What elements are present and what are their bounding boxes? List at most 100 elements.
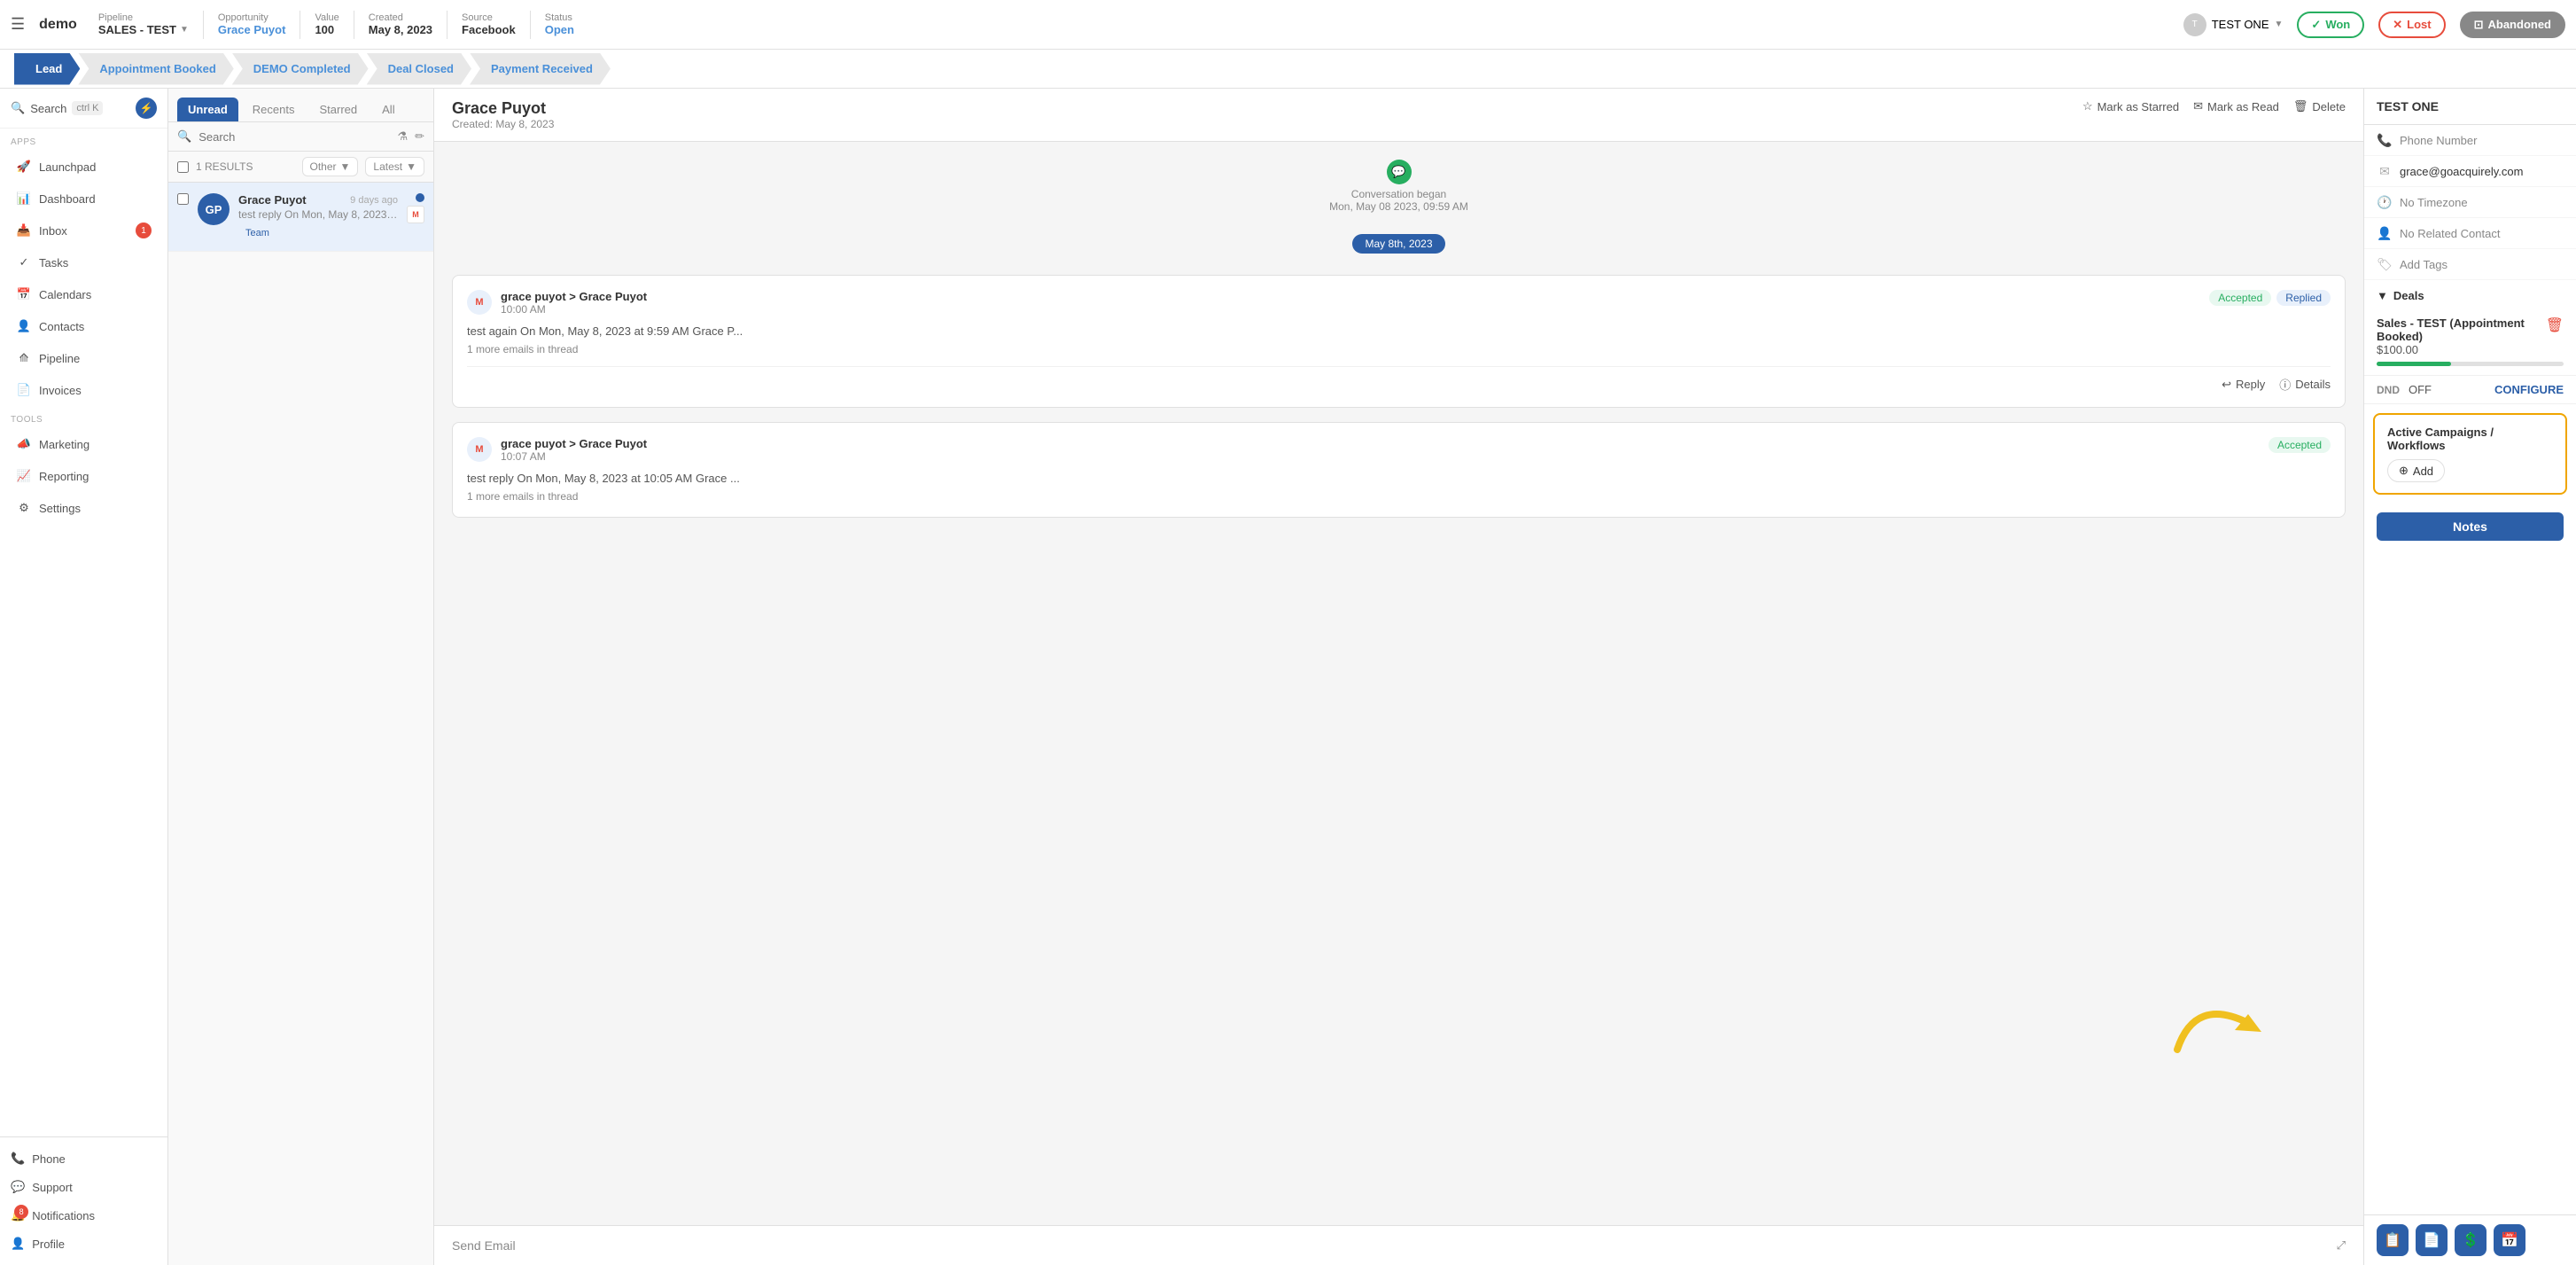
rp-user-section: TEST ONE: [2364, 89, 2576, 125]
email-msg-more-1: 1 more emails in thread: [467, 343, 2331, 355]
sidebar-item-notifications[interactable]: 🔔 8 Notifications: [0, 1201, 167, 1230]
search-icon: 🔍: [11, 101, 25, 115]
stage-demo-completed[interactable]: DEMO Completed: [232, 53, 369, 85]
conversation-view: Grace Puyot Created: May 8, 2023 ☆ Mark …: [434, 89, 2363, 1265]
filter-latest-dropdown[interactable]: Latest ▼: [365, 157, 424, 176]
delete-button[interactable]: 🗑 Delete: [2293, 99, 2346, 113]
conv-item-grace-puyot[interactable]: GP Grace Puyot 9 days ago test reply On …: [168, 183, 433, 252]
sidebar-item-launchpad[interactable]: 🚀 Launchpad: [5, 152, 162, 182]
launchpad-icon: 🚀: [16, 159, 32, 175]
stage-payment-received[interactable]: Payment Received: [470, 53, 611, 85]
rp-phone-field: 📞 Phone Number: [2364, 125, 2576, 156]
reply-button-1[interactable]: ↩ Reply: [2222, 376, 2265, 393]
notifications-icon: 🔔 8: [11, 1208, 25, 1222]
tab-all[interactable]: All: [371, 98, 405, 121]
sidebar-item-dashboard[interactable]: 📊 Dashboard: [5, 184, 162, 214]
sidebar-item-inbox[interactable]: 📥 Inbox 1: [5, 215, 162, 246]
conv-item-checkbox[interactable]: [177, 193, 189, 205]
filter-icon[interactable]: ⚗: [397, 129, 408, 144]
add-campaign-button[interactable]: ⊕ Add: [2387, 459, 2445, 482]
email-msg-more-2: 1 more emails in thread: [467, 490, 2331, 503]
divider5: [530, 11, 531, 39]
pipeline-label: Pipeline: [98, 12, 189, 23]
date-badge: May 8th, 2023: [1352, 234, 1444, 254]
bolt-icon[interactable]: ⚡: [136, 98, 157, 119]
lost-button[interactable]: ✕ Lost: [2378, 12, 2445, 38]
sidebar-item-phone[interactable]: 📞 Phone: [0, 1144, 167, 1173]
stage-lead[interactable]: Lead: [14, 53, 80, 85]
timezone-icon: 🕐: [2377, 194, 2393, 210]
dashboard-icon: 📊: [16, 191, 32, 207]
sidebar-item-contacts[interactable]: 👤 Contacts: [5, 311, 162, 341]
settings-icon: ⚙: [16, 500, 32, 516]
sidebar-item-settings[interactable]: ⚙ Settings: [5, 493, 162, 523]
email-message-1: M grace puyot > Grace Puyot 10:00 AM Acc…: [452, 275, 2346, 408]
select-all-checkbox[interactable]: [177, 161, 189, 173]
sidebar-item-profile[interactable]: 👤 Profile: [0, 1230, 167, 1258]
notes-button[interactable]: Notes: [2377, 512, 2564, 541]
won-button[interactable]: ✓ Won: [2297, 12, 2364, 38]
rp-deal-amount: $100.00: [2377, 343, 2564, 356]
tab-unread[interactable]: Unread: [177, 98, 238, 121]
rp-deals-header: ▼ Deals: [2364, 280, 2576, 308]
sidebar-item-reporting[interactable]: 📈 Reporting: [5, 461, 162, 491]
user-dropdown-arrow[interactable]: ▼: [2275, 20, 2284, 29]
email-msg-body-1: test again On Mon, May 8, 2023 at 9:59 A…: [467, 324, 2331, 338]
hamburger-icon[interactable]: ☰: [11, 15, 25, 34]
rp-icon-1[interactable]: 📋: [2377, 1224, 2409, 1256]
rp-icon-4[interactable]: 📅: [2494, 1224, 2525, 1256]
rp-timezone-field: 🕐 No Timezone: [2364, 187, 2576, 218]
conv-item-name: Grace Puyot: [238, 193, 307, 207]
sidebar-item-invoices[interactable]: 📄 Invoices: [5, 375, 162, 405]
rp-configure-button[interactable]: CONFIGURE: [2494, 383, 2564, 396]
rp-icon-3[interactable]: 💲: [2455, 1224, 2487, 1256]
source-value: Facebook: [462, 23, 516, 36]
sidebar-item-tasks[interactable]: ✓ Tasks: [5, 247, 162, 277]
stage-deal-closed[interactable]: Deal Closed: [367, 53, 471, 85]
tab-starred[interactable]: Starred: [309, 98, 369, 121]
search-bar[interactable]: 🔍 Search ctrl K ⚡: [0, 89, 167, 129]
status-label: Status: [545, 12, 574, 23]
rp-dnd-value: OFF: [2409, 383, 2432, 396]
rp-deal-delete-button[interactable]: 🗑: [2546, 316, 2564, 334]
conv-started-date: Mon, May 08 2023, 09:59 AM: [452, 200, 2346, 213]
pipeline-value[interactable]: SALES - TEST ▼: [98, 23, 189, 36]
conv-results-bar: 1 RESULTS Other ▼ Latest ▼: [168, 152, 433, 183]
opportunity-value[interactable]: Grace Puyot: [218, 23, 286, 36]
support-icon: 💬: [11, 1180, 25, 1194]
send-email-text[interactable]: Send Email: [452, 1238, 516, 1253]
conv-item-preview: test reply On Mon, May 8, 2023 at ...: [238, 208, 398, 221]
accepted-badge-2: Accepted: [2269, 437, 2331, 453]
rp-icon-2[interactable]: 📄: [2416, 1224, 2448, 1256]
rp-dnd-section: DND OFF CONFIGURE: [2364, 376, 2576, 404]
created-section: Created May 8, 2023: [369, 12, 432, 36]
rp-email-field: ✉ grace@goacquirely.com: [2364, 156, 2576, 187]
sidebar: 🔍 Search ctrl K ⚡ Apps 🚀 Launchpad 📊 Das…: [0, 89, 168, 1265]
expand-icon[interactable]: ⤢: [2337, 1238, 2346, 1253]
trash-icon: 🗑: [2293, 99, 2308, 113]
tasks-icon: ✓: [16, 254, 32, 270]
abandoned-button[interactable]: ⊡ Abandoned: [2460, 12, 2565, 38]
stage-appointment-booked[interactable]: Appointment Booked: [78, 53, 233, 85]
sidebar-item-support[interactable]: 💬 Support: [0, 1173, 167, 1201]
date-divider: May 8th, 2023: [452, 234, 2346, 254]
edit-icon[interactable]: ✏: [415, 129, 424, 144]
conv-started: 💬 Conversation began Mon, May 08 2023, 0…: [452, 160, 2346, 213]
email-msg-meta-2: grace puyot > Grace Puyot 10:07 AM: [501, 437, 2260, 463]
sidebar-item-pipeline[interactable]: ⟰ Pipeline: [5, 343, 162, 373]
deals-title: Deals: [2393, 289, 2424, 302]
email-msg-badges-2: Accepted: [2269, 437, 2331, 453]
conv-search-input[interactable]: [198, 130, 390, 144]
mark-starred-button[interactable]: ☆ Mark as Starred: [2082, 99, 2179, 113]
sidebar-item-marketing[interactable]: 📣 Marketing: [5, 429, 162, 459]
filter-other-dropdown[interactable]: Other ▼: [302, 157, 359, 176]
details-button-1[interactable]: ⓘ Details: [2279, 376, 2331, 393]
mark-read-button[interactable]: ✉ Mark as Read: [2193, 99, 2279, 113]
tab-recents[interactable]: Recents: [242, 98, 306, 121]
email-msg-body-2: test reply On Mon, May 8, 2023 at 10:05 …: [467, 472, 2331, 485]
conv-item-time: 9 days ago: [350, 195, 398, 206]
rp-tags-field[interactable]: 🏷 Add Tags: [2364, 249, 2576, 280]
conv-filter-icons: ⚗ ✏: [397, 129, 424, 144]
sidebar-item-calendars[interactable]: 📅 Calendars: [5, 279, 162, 309]
rp-add-tags[interactable]: Add Tags: [2400, 258, 2448, 271]
